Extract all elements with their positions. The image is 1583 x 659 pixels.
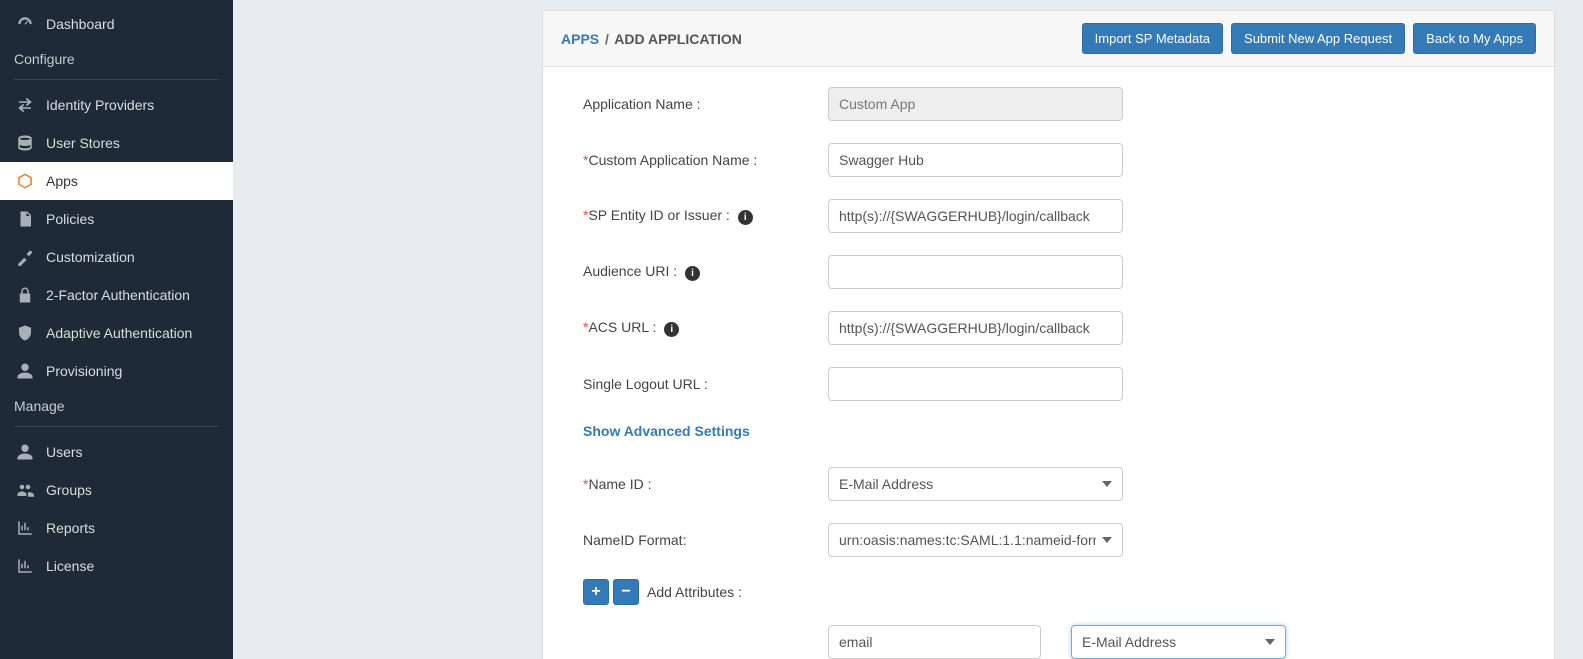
label-application-name: Application Name :: [583, 96, 828, 112]
sidebar-item-groups[interactable]: Groups: [0, 471, 233, 509]
document-icon: [14, 210, 36, 228]
sidebar-item-label: Identity Providers: [46, 97, 154, 113]
remove-attribute-button[interactable]: −: [613, 579, 639, 605]
sidebar-item-label: Groups: [46, 482, 92, 498]
lock-icon: [14, 286, 36, 304]
input-application-name: [828, 87, 1123, 121]
sidebar-item-label: Users: [46, 444, 83, 460]
input-acs-url[interactable]: [828, 311, 1123, 345]
wrench-icon: [14, 248, 36, 266]
row-audience-uri: Audience URI : i: [583, 255, 1514, 289]
user-icon: [14, 443, 36, 461]
sidebar-item-label: Policies: [46, 211, 94, 227]
row-acs-url: *ACS URL : i: [583, 311, 1514, 345]
dashboard-icon: [14, 15, 36, 33]
sidebar-item-dashboard[interactable]: Dashboard: [0, 5, 233, 43]
import-sp-metadata-button[interactable]: Import SP Metadata: [1082, 23, 1223, 54]
sidebar-item-label: License: [46, 558, 94, 574]
row-custom-app-name: *Custom Application Name :: [583, 143, 1514, 177]
input-audience-uri[interactable]: [828, 255, 1123, 289]
panel: APPS / ADD APPLICATION Import SP Metadat…: [542, 10, 1555, 659]
sidebar-section-configure: Configure: [0, 43, 233, 75]
sidebar-item-label: Apps: [46, 173, 78, 189]
sidebar-item-label: 2-Factor Authentication: [46, 287, 190, 303]
info-icon[interactable]: i: [685, 266, 700, 281]
input-slo-url[interactable]: [828, 367, 1123, 401]
sidebar-item-identity-providers[interactable]: Identity Providers: [0, 86, 233, 124]
info-icon[interactable]: i: [738, 210, 753, 225]
row-name-id: *Name ID : E-Mail Address: [583, 467, 1514, 501]
user-icon: [14, 362, 36, 380]
sidebar-item-label: Reports: [46, 520, 95, 536]
chart-icon: [14, 557, 36, 575]
add-attribute-button[interactable]: +: [583, 579, 609, 605]
row-add-attributes: + − Add Attributes :: [583, 579, 1514, 605]
row-attribute-entry: E-Mail Address: [828, 625, 1514, 659]
select-attribute-value[interactable]: E-Mail Address: [1071, 625, 1286, 659]
label-audience-uri: Audience URI : i: [583, 263, 828, 281]
row-nameid-format: NameID Format: urn:oasis:names:tc:SAML:1…: [583, 523, 1514, 557]
show-advanced-settings-link[interactable]: Show Advanced Settings: [583, 423, 750, 439]
sidebar-item-license[interactable]: License: [0, 547, 233, 585]
sidebar-item-label: Customization: [46, 249, 135, 265]
main-content: APPS / ADD APPLICATION Import SP Metadat…: [233, 0, 1583, 659]
sidebar-item-label: Provisioning: [46, 363, 122, 379]
sidebar-item-2fa[interactable]: 2-Factor Authentication: [0, 276, 233, 314]
chart-icon: [14, 519, 36, 537]
row-slo-url: Single Logout URL :: [583, 367, 1514, 401]
breadcrumb: APPS / ADD APPLICATION: [561, 31, 742, 47]
breadcrumb-current: ADD APPLICATION: [614, 31, 742, 47]
sidebar-item-customization[interactable]: Customization: [0, 238, 233, 276]
sidebar-item-reports[interactable]: Reports: [0, 509, 233, 547]
select-nameid-format[interactable]: urn:oasis:names:tc:SAML:1.1:nameid-forma…: [828, 523, 1123, 557]
panel-body: Application Name : *Custom Application N…: [543, 67, 1554, 659]
label-custom-app-name: *Custom Application Name :: [583, 152, 828, 168]
label-acs-url: *ACS URL : i: [583, 319, 828, 337]
label-add-attributes: Add Attributes :: [647, 584, 742, 600]
input-sp-entity[interactable]: [828, 199, 1123, 233]
breadcrumb-apps-link[interactable]: APPS: [561, 31, 599, 47]
cube-icon: [14, 172, 36, 190]
row-sp-entity: *SP Entity ID or Issuer : i: [583, 199, 1514, 233]
sidebar-item-adaptive-auth[interactable]: Adaptive Authentication: [0, 314, 233, 352]
shield-icon: [14, 324, 36, 342]
sidebar-section-manage: Manage: [0, 390, 233, 422]
panel-header: APPS / ADD APPLICATION Import SP Metadat…: [543, 11, 1554, 67]
sidebar-item-provisioning[interactable]: Provisioning: [0, 352, 233, 390]
label-name-id: *Name ID :: [583, 476, 828, 492]
input-attribute-key[interactable]: [828, 625, 1041, 659]
sidebar: Dashboard Configure Identity Providers U…: [0, 0, 233, 659]
label-slo-url: Single Logout URL :: [583, 376, 828, 392]
row-application-name: Application Name :: [583, 87, 1514, 121]
submit-new-app-request-button[interactable]: Submit New App Request: [1231, 23, 1405, 54]
sidebar-item-policies[interactable]: Policies: [0, 200, 233, 238]
input-custom-app-name[interactable]: [828, 143, 1123, 177]
sidebar-item-label: User Stores: [46, 135, 120, 151]
row-show-advanced: Show Advanced Settings: [583, 423, 1514, 439]
sidebar-item-label: Dashboard: [46, 16, 115, 32]
sidebar-divider: [14, 426, 219, 427]
select-name-id[interactable]: E-Mail Address: [828, 467, 1123, 501]
sidebar-divider: [14, 79, 219, 80]
back-to-my-apps-button[interactable]: Back to My Apps: [1413, 23, 1536, 54]
info-icon[interactable]: i: [664, 322, 679, 337]
sidebar-item-user-stores[interactable]: User Stores: [0, 124, 233, 162]
label-sp-entity: *SP Entity ID or Issuer : i: [583, 207, 828, 225]
exchange-icon: [14, 96, 36, 114]
users-icon: [14, 481, 36, 499]
database-icon: [14, 134, 36, 152]
header-buttons: Import SP Metadata Submit New App Reques…: [1082, 23, 1536, 54]
sidebar-item-apps[interactable]: Apps: [0, 162, 233, 200]
breadcrumb-separator: /: [605, 31, 609, 47]
sidebar-item-label: Adaptive Authentication: [46, 325, 192, 341]
sidebar-item-users[interactable]: Users: [0, 433, 233, 471]
label-nameid-format: NameID Format:: [583, 532, 828, 548]
